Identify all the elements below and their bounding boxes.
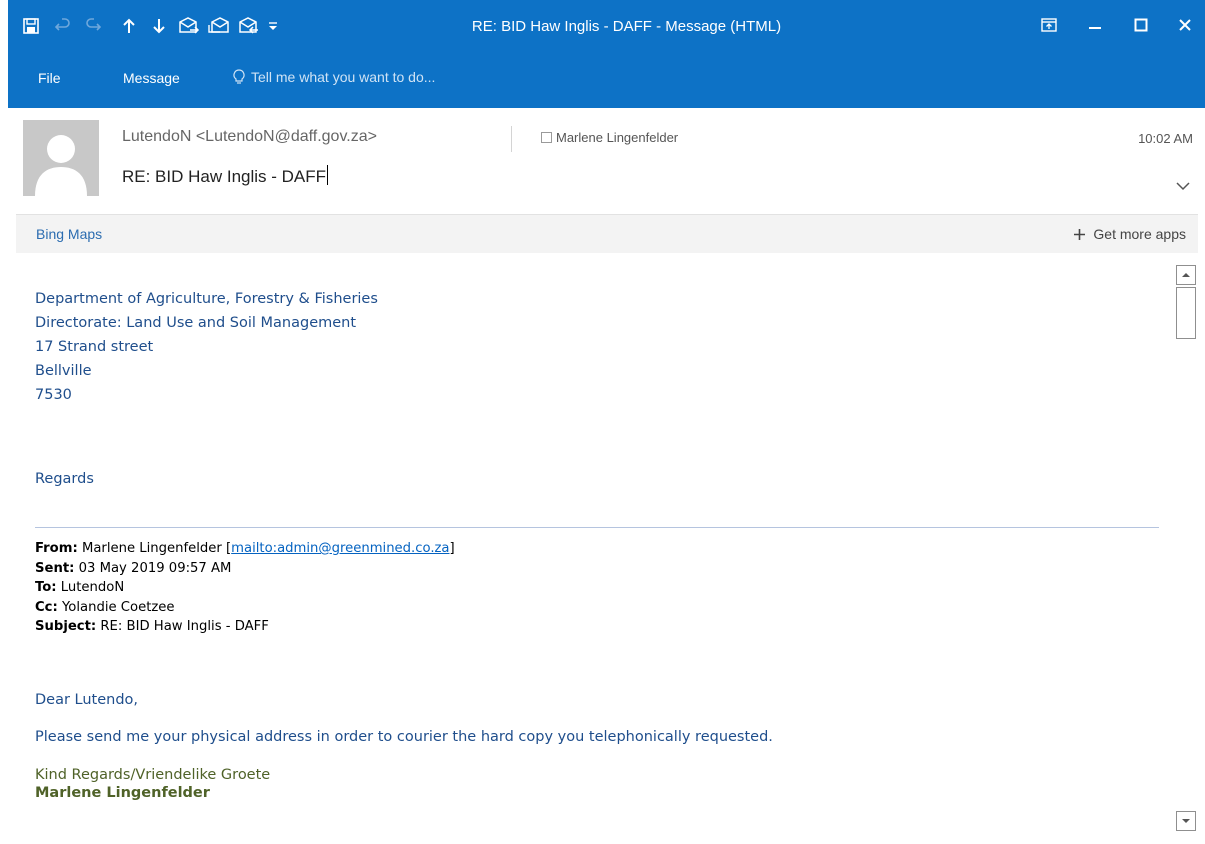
minimize-icon[interactable]	[1078, 10, 1112, 40]
quoted-subject: Subject: RE: BID Haw Inglis - DAFF	[35, 617, 455, 637]
from-end: ]	[449, 541, 455, 556]
expand-header-icon[interactable]	[1176, 178, 1190, 196]
plus-icon	[1074, 228, 1086, 240]
tab-message[interactable]: Message	[123, 70, 180, 86]
window-left-border	[0, 0, 8, 844]
maximize-icon[interactable]	[1124, 10, 1158, 40]
address-line: 7530	[35, 387, 72, 403]
from-name: Marlene Lingenfelder [	[81, 541, 232, 556]
quoted-to: To: LutendoN	[35, 578, 455, 598]
header-separator	[511, 126, 512, 152]
sent-value: 03 May 2019 09:57 AM	[78, 560, 232, 576]
to-label: To:	[35, 580, 57, 595]
message-subject[interactable]: RE: BID Haw Inglis - DAFF	[122, 165, 329, 187]
bing-maps-app[interactable]: Bing Maps	[36, 226, 102, 242]
cc-value: Yolandie Coetzee	[61, 599, 175, 615]
recipient-name: Marlene Lingenfelder	[556, 130, 679, 145]
lightbulb-icon	[233, 69, 245, 84]
greeting: Dear Lutendo,	[35, 692, 139, 708]
to-value: LutendoN	[60, 580, 125, 595]
received-time: 10:02 AM	[1138, 131, 1193, 146]
address-line: Bellville	[35, 363, 92, 379]
message-body: Department of Agriculture, Forestry & Fi…	[35, 287, 1160, 491]
window-title: RE: BID Haw Inglis - DAFF - Message (HTM…	[471, 18, 782, 35]
recipient[interactable]: Marlene Lingenfelder	[541, 130, 678, 145]
quote-divider	[35, 527, 1159, 528]
get-more-apps-button[interactable]: Get more apps	[1074, 226, 1186, 242]
quoted-headers: From: Marlene Lingenfelder [mailto:admin…	[35, 539, 455, 637]
sent-label: Sent:	[35, 560, 75, 576]
tab-file[interactable]: File	[38, 70, 61, 86]
signature-name: Marlene Lingenfelder	[35, 785, 210, 801]
subject-label: Subject:	[35, 619, 97, 634]
address-line: 17 Strand street	[35, 339, 154, 355]
tell-me-search[interactable]: Tell me what you want to do...	[233, 69, 435, 85]
text-caret	[327, 165, 329, 185]
cc-label: Cc:	[35, 599, 58, 615]
address-line: Directorate: Land Use and Soil Managemen…	[35, 315, 357, 331]
regards: Regards	[35, 471, 94, 487]
sender[interactable]: LutendoN <LutendoN@daff.gov.za>	[122, 128, 377, 146]
scroll-down-icon[interactable]	[1176, 811, 1196, 831]
get-more-apps-label: Get more apps	[1093, 226, 1186, 242]
recipient-presence-icon	[541, 132, 552, 143]
scrollbar-thumb[interactable]	[1176, 287, 1196, 339]
message-text: Please send me your physical address in …	[35, 729, 773, 745]
quoted-body: Dear Lutendo, Please send me your physic…	[35, 688, 773, 805]
subject-value: RE: BID Haw Inglis - DAFF	[100, 619, 269, 634]
from-label: From:	[35, 541, 78, 556]
quoted-cc: Cc: Yolandie Coetzee	[35, 598, 455, 618]
quoted-from: From: Marlene Lingenfelder [mailto:admin…	[35, 539, 455, 559]
vertical-scrollbar[interactable]	[1173, 263, 1199, 833]
tell-me-placeholder: Tell me what you want to do...	[251, 69, 436, 85]
scroll-up-icon[interactable]	[1176, 265, 1196, 285]
quoted-sent: Sent: 03 May 2019 09:57 AM	[35, 559, 455, 579]
title-bar: RE: BID Haw Inglis - DAFF - Message (HTM…	[8, 0, 1205, 108]
avatar	[23, 120, 99, 196]
ribbon-display-options-icon[interactable]	[1032, 10, 1066, 40]
subject-text: RE: BID Haw Inglis - DAFF	[122, 167, 327, 186]
mailto-link[interactable]: mailto:admin@greenmined.co.za	[231, 541, 449, 556]
address-line: Department of Agriculture, Forestry & Fi…	[35, 291, 378, 307]
close-icon[interactable]	[1168, 10, 1202, 40]
apps-bar: Bing Maps Get more apps	[16, 214, 1198, 253]
